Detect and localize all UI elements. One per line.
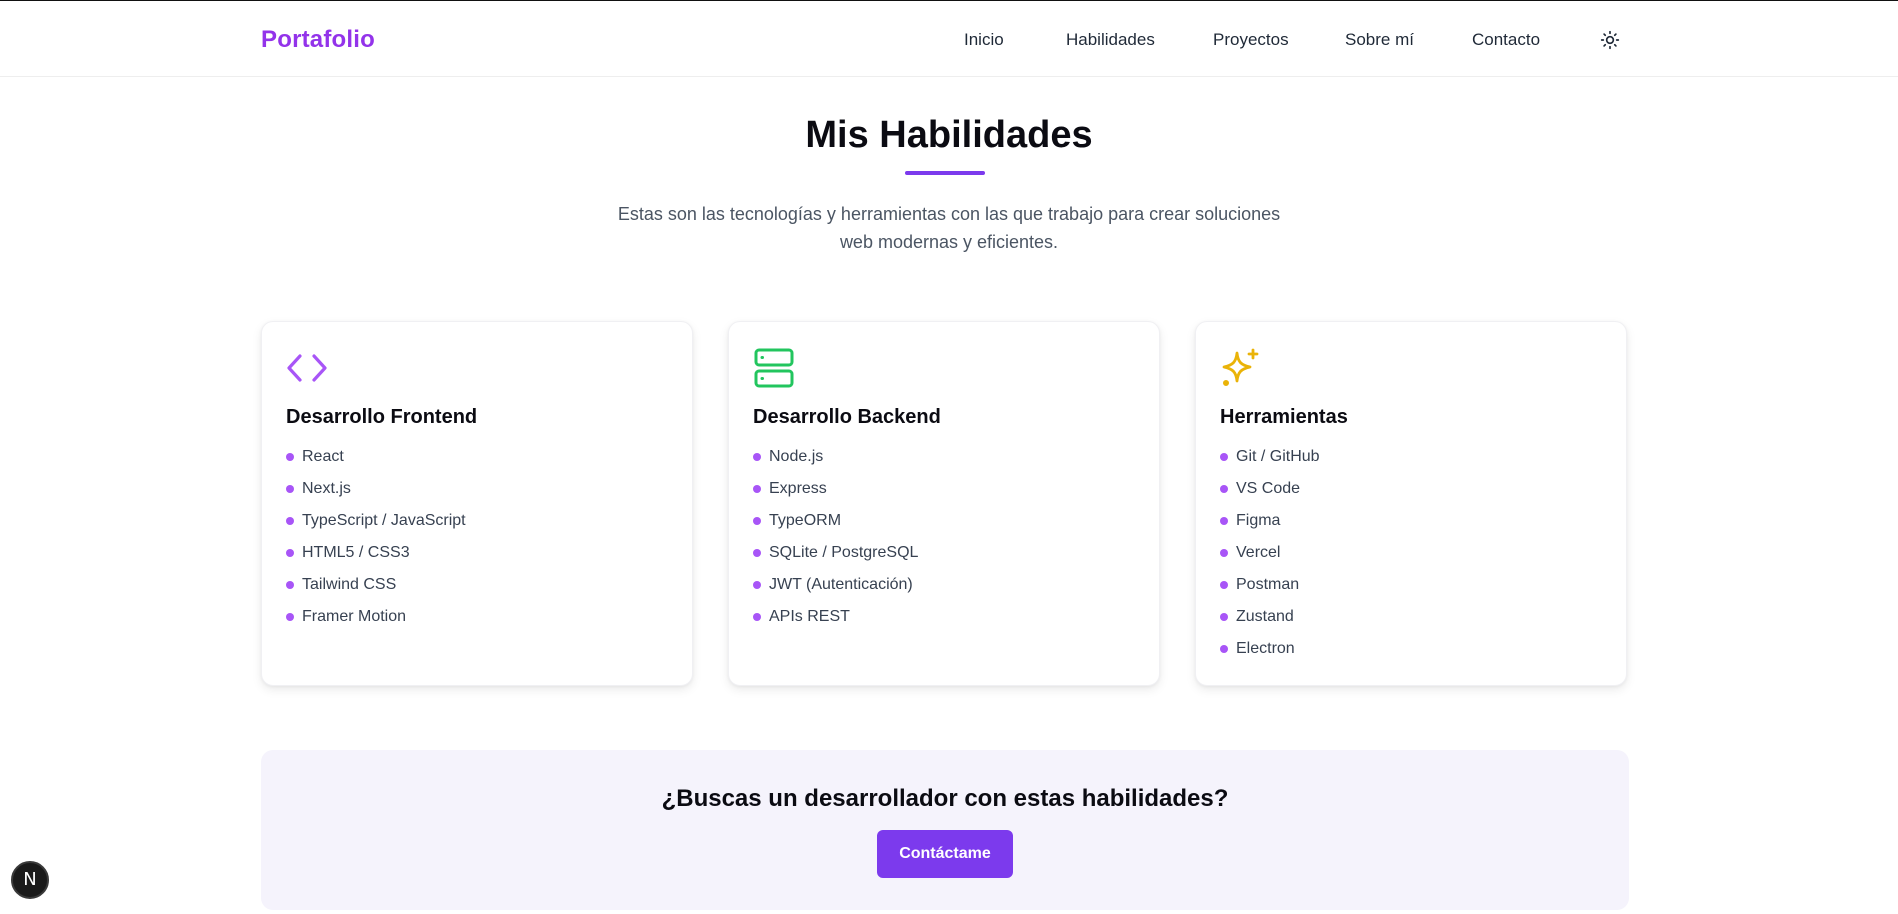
skill-label: Figma bbox=[1236, 512, 1281, 529]
skill-label: HTML5 / CSS3 bbox=[302, 544, 410, 561]
skill-label: Tailwind CSS bbox=[302, 576, 397, 593]
bullet-dot bbox=[286, 453, 294, 461]
list-item: Zustand bbox=[1220, 606, 1320, 638]
list-item: Postman bbox=[1220, 574, 1320, 606]
list-item: Node.js bbox=[753, 446, 918, 478]
section-header: Mis Habilidades bbox=[0, 114, 1898, 157]
bullet-dot bbox=[753, 613, 761, 621]
bullet-dot bbox=[1220, 645, 1228, 653]
skill-card-frontend: Desarrollo Frontend React Next.js TypeSc… bbox=[261, 321, 693, 686]
list-item: Figma bbox=[1220, 510, 1320, 542]
skill-label: Zustand bbox=[1236, 608, 1294, 625]
sun-icon bbox=[1600, 30, 1620, 50]
skill-label: Node.js bbox=[769, 448, 824, 465]
skill-label: Git / GitHub bbox=[1236, 448, 1320, 465]
skill-label: TypeScript / JavaScript bbox=[302, 512, 466, 529]
code-icon bbox=[286, 347, 328, 389]
list-item: SQLite / PostgreSQL bbox=[753, 542, 918, 574]
server-icon bbox=[753, 347, 795, 389]
skill-label: React bbox=[302, 448, 344, 465]
nav-link-sobre-mi[interactable]: Sobre mí bbox=[1345, 30, 1414, 50]
skill-card-backend: Desarrollo Backend Node.js Express TypeO… bbox=[728, 321, 1160, 686]
list-item: TypeScript / JavaScript bbox=[286, 510, 466, 542]
list-item: Framer Motion bbox=[286, 606, 466, 638]
list-item: Electron bbox=[1220, 638, 1320, 670]
nav-link-contacto[interactable]: Contacto bbox=[1472, 30, 1540, 50]
skill-label: Postman bbox=[1236, 576, 1300, 593]
skill-list: Node.js Express TypeORM SQLite / Postgre… bbox=[753, 446, 918, 638]
bullet-dot bbox=[753, 581, 761, 589]
skill-label: APIs REST bbox=[769, 608, 850, 625]
bullet-dot bbox=[1220, 613, 1228, 621]
bullet-dot bbox=[1220, 549, 1228, 557]
section-subtitle: Estas son las tecnologías y herramientas… bbox=[617, 204, 1281, 252]
skill-label: JWT (Autenticación) bbox=[769, 576, 913, 593]
skill-label: TypeORM bbox=[769, 512, 842, 529]
skill-list: Git / GitHub VS Code Figma Vercel Postma… bbox=[1220, 446, 1320, 670]
skill-label: Vercel bbox=[1236, 544, 1281, 561]
bullet-dot bbox=[1220, 485, 1228, 493]
skill-list: React Next.js TypeScript / JavaScript HT… bbox=[286, 446, 466, 638]
list-item: JWT (Autenticación) bbox=[753, 574, 918, 606]
nextjs-dev-badge[interactable]: N bbox=[11, 861, 49, 899]
bullet-dot bbox=[1220, 517, 1228, 525]
bullet-dot bbox=[286, 485, 294, 493]
bullet-dot bbox=[286, 581, 294, 589]
theme-toggle-button[interactable] bbox=[1600, 30, 1620, 50]
skill-label: Framer Motion bbox=[302, 608, 407, 625]
bullet-dot bbox=[753, 485, 761, 493]
list-item: HTML5 / CSS3 bbox=[286, 542, 466, 574]
cta-banner: ¿Buscas un desarrollador con estas habil… bbox=[261, 750, 1629, 910]
skill-label: Electron bbox=[1236, 640, 1295, 657]
list-item: Vercel bbox=[1220, 542, 1320, 574]
bullet-dot bbox=[753, 549, 761, 557]
list-item: Express bbox=[753, 478, 918, 510]
list-item: TypeORM bbox=[753, 510, 918, 542]
card-title: Desarrollo Frontend bbox=[286, 406, 478, 428]
bullet-dot bbox=[1220, 453, 1228, 461]
list-item: APIs REST bbox=[753, 606, 918, 638]
skill-label: Express bbox=[769, 480, 827, 497]
bullet-dot bbox=[286, 613, 294, 621]
nav-link-habilidades[interactable]: Habilidades bbox=[1066, 30, 1155, 50]
list-item: Tailwind CSS bbox=[286, 574, 466, 606]
list-item: React bbox=[286, 446, 466, 478]
section-title: Mis Habilidades bbox=[805, 114, 1093, 156]
skill-card-tools: Herramientas Git / GitHub VS Code Figma … bbox=[1195, 321, 1627, 686]
card-title: Herramientas bbox=[1220, 406, 1348, 428]
top-navbar: Portafolio Inicio Habilidades Proyectos … bbox=[0, 1, 1898, 77]
bullet-dot bbox=[1220, 581, 1228, 589]
title-underline bbox=[905, 171, 985, 175]
card-title: Desarrollo Backend bbox=[753, 406, 941, 428]
contact-button[interactable]: Contáctame bbox=[877, 830, 1013, 878]
skill-label: SQLite / PostgreSQL bbox=[769, 544, 919, 561]
cta-heading: ¿Buscas un desarrollador con estas habil… bbox=[661, 785, 1229, 812]
bullet-dot bbox=[753, 453, 761, 461]
sparkles-icon bbox=[1220, 347, 1262, 389]
list-item: VS Code bbox=[1220, 478, 1320, 510]
nav-link-inicio[interactable]: Inicio bbox=[964, 30, 1004, 50]
brand-logo[interactable]: Portafolio bbox=[261, 26, 375, 54]
nav-link-proyectos[interactable]: Proyectos bbox=[1213, 30, 1289, 50]
list-item: Next.js bbox=[286, 478, 466, 510]
skill-label: Next.js bbox=[302, 480, 351, 497]
bullet-dot bbox=[286, 549, 294, 557]
bullet-dot bbox=[286, 517, 294, 525]
list-item: Git / GitHub bbox=[1220, 446, 1320, 478]
skill-label: VS Code bbox=[1236, 480, 1301, 497]
bullet-dot bbox=[753, 517, 761, 525]
